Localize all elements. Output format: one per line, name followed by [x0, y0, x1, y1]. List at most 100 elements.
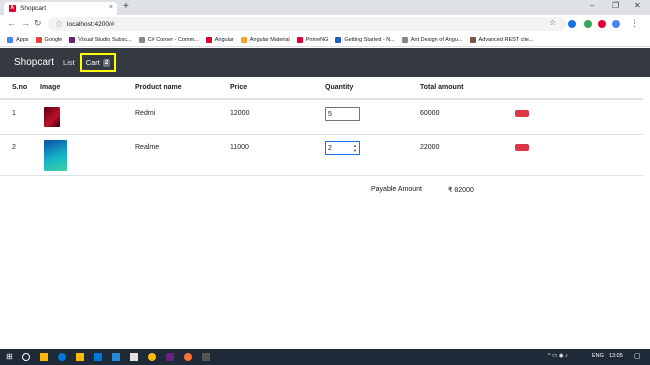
- app-icon[interactable]: [130, 353, 138, 361]
- bookmark-label: C# Corner - Comm...: [147, 36, 199, 43]
- quantity-value: 5: [328, 110, 332, 118]
- reload-icon[interactable]: ↻: [34, 18, 42, 29]
- bookmark-icon: [7, 36, 13, 43]
- payable-amount-value: ₹ 82000: [448, 187, 474, 194]
- table-row: 2 Realme 11000 2 ▲ ▼ 22000: [0, 135, 643, 176]
- close-window-button[interactable]: ✕: [634, 1, 641, 10]
- payable-amount-label: Payable Amount: [371, 186, 422, 193]
- row-sno: 1: [12, 110, 16, 117]
- bookmark-item[interactable]: Angular: [205, 36, 234, 43]
- back-icon[interactable]: ←: [7, 18, 16, 28]
- bookmark-icon: [296, 36, 303, 43]
- nav-cart-link[interactable]: Cart 2: [79, 53, 117, 72]
- notifications-icon[interactable]: ▢: [634, 352, 641, 360]
- app-navbar: Shopcart List Cart 2: [0, 48, 650, 77]
- delete-button[interactable]: [515, 110, 529, 117]
- address-bar-row: ← → ↻ ⓘ localhost:4200/# ☆ ⋮: [0, 15, 650, 33]
- store-icon[interactable]: [94, 353, 102, 361]
- header-total: Total amount: [420, 84, 464, 91]
- search-icon[interactable]: [22, 353, 30, 361]
- quantity-input[interactable]: 5: [325, 107, 360, 121]
- header-sno: S.no: [12, 84, 28, 91]
- extension-icon[interactable]: [598, 20, 606, 28]
- bookmark-item[interactable]: Ant Design of Angu...: [401, 36, 463, 43]
- angular-favicon-icon: [9, 5, 16, 12]
- folder-icon[interactable]: [76, 353, 84, 361]
- bookmarks-bar: Apps Google Visual Studio Subsc... C# Corne…: [0, 33, 650, 47]
- header-quantity: Quantity: [325, 84, 354, 91]
- visual-studio-icon[interactable]: [166, 353, 174, 361]
- firefox-icon[interactable]: [184, 353, 192, 361]
- browser-tab-strip: Shopcart × + – ❐ ✕: [0, 0, 650, 15]
- clock[interactable]: 13:05: [609, 353, 623, 359]
- bookmark-item[interactable]: Visual Studio Subsc...: [69, 36, 132, 43]
- spinner-arrows-icon[interactable]: ▲ ▼: [353, 143, 357, 153]
- bookmark-item[interactable]: Apps: [7, 36, 29, 43]
- bookmark-label: PrimeNG: [305, 36, 329, 43]
- menu-icon[interactable]: ⋮: [630, 18, 639, 29]
- bookmark-label: Ant Design of Angu...: [410, 36, 463, 43]
- row-total: 22000: [420, 144, 440, 151]
- file-explorer-icon[interactable]: [40, 353, 48, 361]
- chrome-icon[interactable]: [148, 353, 156, 361]
- row-total: 60000: [420, 110, 440, 117]
- row-price: 12000: [230, 110, 250, 117]
- vscode-icon[interactable]: [112, 353, 120, 361]
- bookmark-label: Google: [44, 36, 63, 43]
- url-text: localhost:4200/#: [67, 20, 115, 28]
- extension-icon[interactable]: [584, 20, 592, 28]
- bookmark-icon: [335, 36, 342, 43]
- cart-label: Cart: [85, 58, 100, 67]
- row-name: Realme: [135, 144, 160, 151]
- windows-start-icon[interactable]: ⊞: [6, 352, 14, 361]
- bookmark-label: Angular Material: [249, 36, 290, 43]
- star-icon[interactable]: ☆: [549, 18, 556, 27]
- bookmark-item[interactable]: PrimeNG: [296, 36, 329, 43]
- bookmark-icon: [69, 36, 76, 43]
- url-bar[interactable]: ⓘ localhost:4200/#: [48, 17, 566, 31]
- quantity-stepper[interactable]: 2 ▲ ▼: [325, 141, 360, 155]
- cart-table: S.no Image Product name Price Quantity T…: [0, 78, 643, 176]
- browser-tab[interactable]: Shopcart ×: [4, 2, 117, 15]
- bookmark-icon: [401, 36, 408, 43]
- new-tab-button[interactable]: +: [123, 1, 129, 12]
- brand-title[interactable]: Shopcart: [14, 57, 54, 68]
- header-name: Product name: [135, 84, 182, 91]
- bookmark-item[interactable]: C# Corner - Comm...: [138, 36, 199, 43]
- table-row: 1 Redmi 12000 5 60000: [0, 100, 643, 135]
- delete-button[interactable]: [515, 144, 529, 151]
- bookmark-icon: [205, 36, 212, 43]
- header-image: Image: [40, 84, 61, 91]
- extension-icon[interactable]: [568, 20, 576, 28]
- info-icon[interactable]: ⓘ: [56, 20, 62, 29]
- table-header: S.no Image Product name Price Quantity T…: [0, 78, 643, 100]
- row-price: 11000: [230, 144, 249, 151]
- maximize-button[interactable]: ❐: [612, 1, 619, 10]
- bookmark-label: Apps: [16, 36, 29, 43]
- bookmark-item[interactable]: Angular Material: [240, 36, 290, 43]
- bookmark-label: Advanced REST clie...: [478, 36, 534, 43]
- tray-icons[interactable]: ^ ▭ ◉ ♪: [548, 353, 568, 359]
- app-icon[interactable]: [202, 353, 210, 361]
- language-indicator[interactable]: ENG: [592, 353, 604, 359]
- tab-close-icon[interactable]: ×: [109, 4, 113, 11]
- quantity-value: 2: [328, 144, 332, 152]
- bookmark-label: Visual Studio Subsc...: [78, 36, 132, 43]
- bookmark-item[interactable]: Advanced REST clie...: [469, 36, 534, 43]
- row-name: Redmi: [135, 110, 156, 117]
- forward-icon[interactable]: →: [21, 18, 30, 28]
- cart-count-badge: 2: [102, 58, 111, 67]
- bookmark-icon: [138, 36, 145, 43]
- windows-taskbar: ⊞ ^ ▭ ◉ ♪ ENG 13:05 ▢: [0, 349, 650, 365]
- product-image: [44, 140, 67, 171]
- minimize-button[interactable]: –: [590, 1, 594, 10]
- bookmark-item[interactable]: Getting Started - N...: [335, 36, 395, 43]
- bookmark-icon: [240, 36, 247, 43]
- row-sno: 2: [12, 144, 16, 151]
- extension-icon[interactable]: [612, 20, 620, 28]
- product-image: [44, 107, 60, 127]
- bookmark-label: Angular: [214, 36, 234, 43]
- bookmark-item[interactable]: Google: [35, 36, 63, 43]
- nav-list-link[interactable]: List: [63, 58, 75, 67]
- edge-icon[interactable]: [58, 353, 66, 361]
